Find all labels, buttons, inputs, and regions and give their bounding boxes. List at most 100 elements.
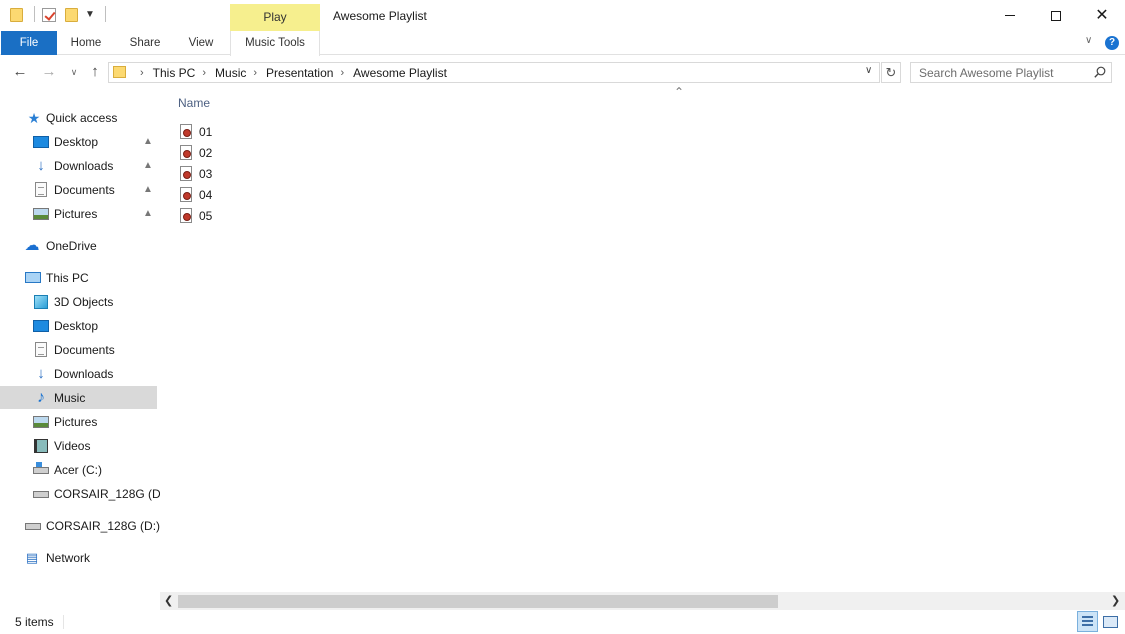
nav-item-label: OneDrive <box>46 238 97 253</box>
audio-file-icon <box>180 145 192 160</box>
tab-file[interactable]: File <box>1 31 57 55</box>
title-bar: ▼ Play Awesome Playlist ✕ <box>0 0 1125 31</box>
nav-item-label: This PC <box>46 270 89 285</box>
nav-item-desktop-pinned[interactable]: Desktop ▲ <box>0 130 157 153</box>
details-view-button[interactable] <box>1077 611 1098 632</box>
status-bar: 5 items <box>0 610 1125 634</box>
file-name: 03 <box>199 166 213 181</box>
breadcrumb-this-pc[interactable]: This PC <box>153 66 196 80</box>
up-arrow-icon[interactable]: ↑ <box>86 61 104 83</box>
expand-ribbon-chevron-icon[interactable]: ∨ <box>1085 35 1092 46</box>
nav-item-corsair-d[interactable]: CORSAIR_128G (D:) <box>0 482 168 505</box>
nav-item-label: Acer (C:) <box>54 462 102 477</box>
maximize-icon <box>1051 10 1061 21</box>
window-title: Awesome Playlist <box>333 9 427 23</box>
refresh-button[interactable]: ↻ <box>881 62 901 83</box>
scroll-left-icon[interactable]: ❮ <box>164 594 173 607</box>
breadcrumb-chevron-icon[interactable]: › <box>253 67 257 79</box>
nav-item-videos[interactable]: Videos <box>0 434 157 457</box>
horizontal-scrollbar[interactable]: ❮ ❯ <box>160 592 1125 610</box>
nav-item-music[interactable]: ♪ Music <box>0 386 157 409</box>
breadcrumb-chevron-icon[interactable]: › <box>140 67 144 79</box>
back-arrow-icon[interactable]: ← <box>11 61 29 83</box>
address-history-chevron-icon[interactable]: ∨ <box>865 65 872 76</box>
nav-item-documents[interactable]: Documents <box>0 338 157 361</box>
forward-arrow-icon[interactable]: → <box>40 61 58 83</box>
help-icon[interactable]: ? <box>1105 36 1119 50</box>
pin-icon: ▲ <box>143 160 153 171</box>
nav-item-label: Documents <box>54 342 115 357</box>
search-box[interactable] <box>910 62 1112 83</box>
nav-item-label: CORSAIR_128G (D:) <box>54 486 169 501</box>
3d-objects-icon <box>34 294 48 309</box>
maximize-button[interactable] <box>1033 0 1079 31</box>
large-icons-view-button[interactable] <box>1101 612 1119 630</box>
nav-item-quick-access[interactable]: ★ Quick access <box>0 106 157 129</box>
minimize-button[interactable] <box>987 0 1033 31</box>
network-icon: ▤ <box>25 549 39 565</box>
breadcrumb-music[interactable]: Music <box>215 66 246 80</box>
file-item[interactable]: 04 <box>180 184 212 205</box>
scroll-right-icon[interactable]: ❯ <box>1111 594 1120 607</box>
audio-file-icon <box>180 166 192 181</box>
item-count: 5 items <box>15 615 54 629</box>
file-item[interactable]: 01 <box>180 121 212 142</box>
tab-home[interactable]: Home <box>66 31 106 55</box>
search-input[interactable] <box>911 63 1091 82</box>
close-icon: ✕ <box>1095 6 1109 24</box>
refresh-icon: ↻ <box>885 65 897 80</box>
star-icon: ★ <box>27 109 41 126</box>
qat-divider <box>34 6 35 22</box>
sort-ascending-icon: ⌃ <box>674 85 685 99</box>
tab-music-tools[interactable]: Music Tools <box>230 31 320 56</box>
nav-item-downloads[interactable]: ↓ Downloads <box>0 362 157 385</box>
nav-item-pictures-pinned[interactable]: Pictures ▲ <box>0 202 157 225</box>
nav-item-corsair-d-root[interactable]: CORSAIR_128G (D:) <box>0 514 160 537</box>
nav-item-label: 3D Objects <box>54 294 114 309</box>
nav-item-this-pc[interactable]: This PC <box>0 266 157 289</box>
nav-item-3d-objects[interactable]: 3D Objects <box>0 290 157 313</box>
pin-icon: ▲ <box>143 208 153 219</box>
new-folder-icon[interactable] <box>63 5 79 23</box>
nav-item-label: Pictures <box>54 206 98 221</box>
file-name: 05 <box>199 208 213 223</box>
file-item[interactable]: 02 <box>180 142 212 163</box>
search-icon[interactable] <box>1094 66 1106 78</box>
nav-item-label: Documents <box>54 182 115 197</box>
column-header-name[interactable]: Name <box>178 96 210 110</box>
nav-item-pictures[interactable]: Pictures <box>0 410 157 433</box>
navigation-pane: ★ Quick access Desktop ▲ ↓ Downloads ▲ D… <box>0 88 168 592</box>
file-explorer-window: ▼ Play Awesome Playlist ✕ File Home Shar… <box>0 0 1125 634</box>
usb-drive-icon <box>25 523 41 530</box>
nav-item-documents-pinned[interactable]: Documents ▲ <box>0 178 157 201</box>
documents-icon <box>35 182 47 197</box>
folder-icon <box>113 66 126 78</box>
nav-item-desktop[interactable]: Desktop <box>0 314 157 337</box>
close-button[interactable]: ✕ <box>1079 0 1125 31</box>
scrollbar-thumb[interactable] <box>178 595 778 608</box>
breadcrumb: › This PC › Music › Presentation › Aweso… <box>133 63 447 82</box>
nav-item-acer-c[interactable]: Acer (C:) <box>0 458 157 481</box>
audio-file-icon <box>180 208 192 223</box>
nav-item-onedrive[interactable]: ☁ OneDrive <box>0 234 157 257</box>
address-bar[interactable]: › This PC › Music › Presentation › Aweso… <box>108 62 880 83</box>
tab-share[interactable]: Share <box>124 31 166 55</box>
nav-item-downloads-pinned[interactable]: ↓ Downloads ▲ <box>0 154 157 177</box>
customize-qat-chevron-icon[interactable]: ▼ <box>85 9 95 20</box>
properties-icon[interactable] <box>41 5 57 23</box>
file-item[interactable]: 03 <box>180 163 212 184</box>
cloud-icon: ☁ <box>24 236 40 254</box>
videos-icon <box>34 438 48 453</box>
nav-item-network[interactable]: ▤ Network <box>0 546 157 569</box>
downloads-icon: ↓ <box>37 364 45 382</box>
recent-locations-chevron-icon[interactable]: ∨ <box>65 61 83 83</box>
breadcrumb-awesome-playlist[interactable]: Awesome Playlist <box>353 66 447 80</box>
audio-file-icon <box>180 124 192 139</box>
tab-view[interactable]: View <box>182 31 220 55</box>
breadcrumb-chevron-icon[interactable]: › <box>202 67 206 79</box>
breadcrumb-chevron-icon[interactable]: › <box>340 67 344 79</box>
breadcrumb-presentation[interactable]: Presentation <box>266 66 333 80</box>
file-item[interactable]: 05 <box>180 205 212 226</box>
pictures-icon <box>33 415 49 428</box>
nav-item-label: Desktop <box>54 134 99 149</box>
